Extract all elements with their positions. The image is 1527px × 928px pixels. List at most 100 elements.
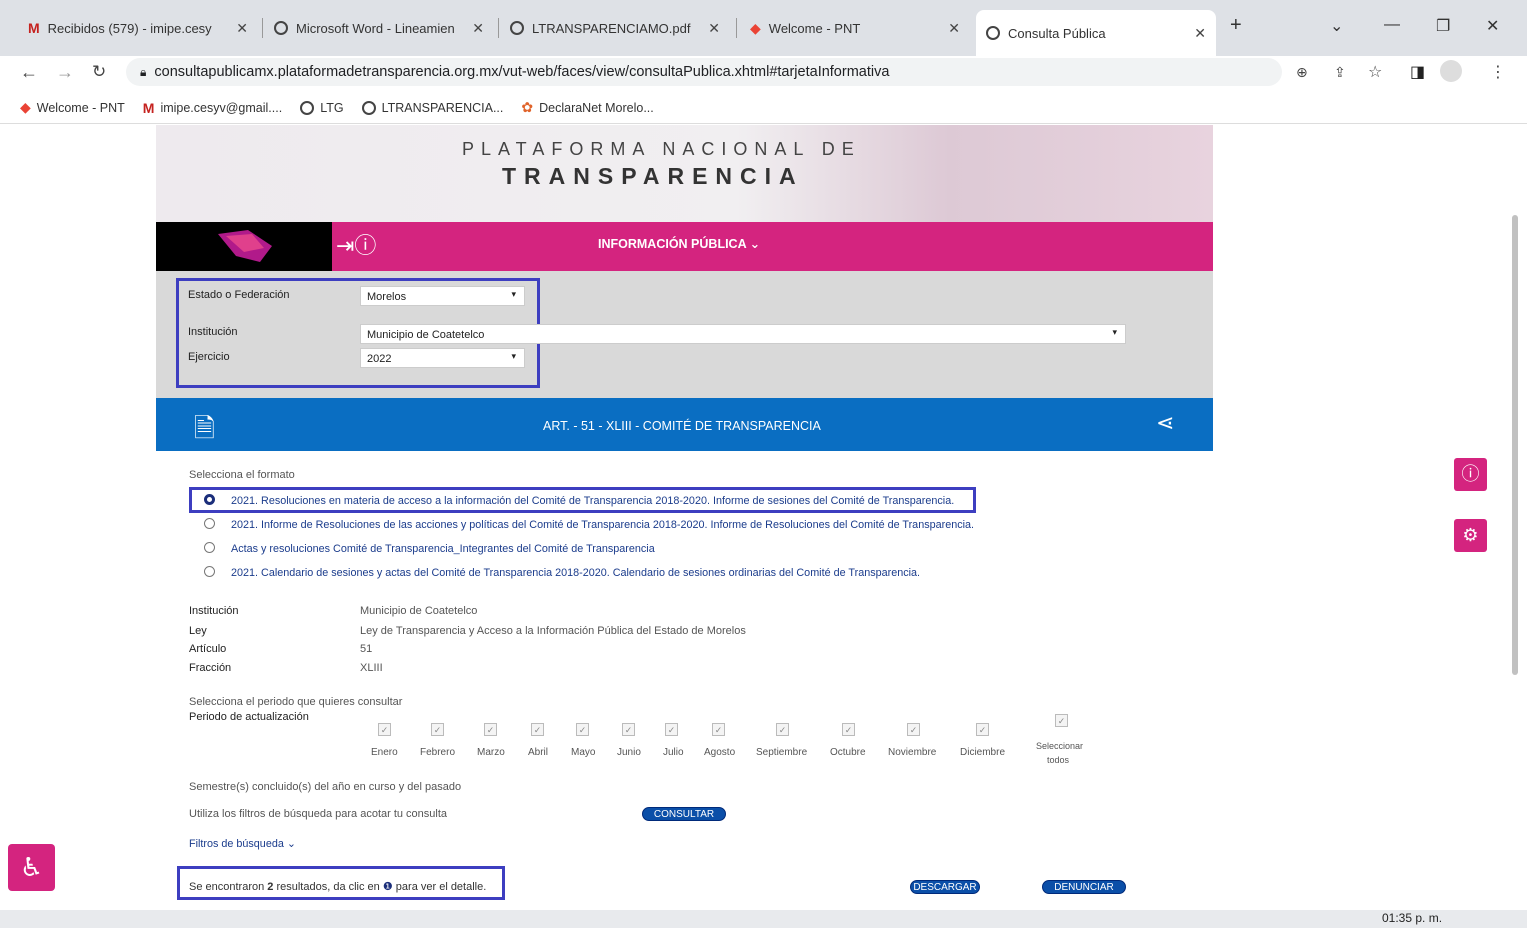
bookmark-gmail[interactable]: Mimipe.cesyv@gmail.... xyxy=(143,100,282,116)
dropdown-arrow-icon: ▾ xyxy=(511,289,516,299)
globe-icon xyxy=(300,100,315,115)
checkbox-diciembre[interactable]: ✓ xyxy=(976,723,989,736)
format-option-4[interactable]: 2021. Calendario de sesiones y actas del… xyxy=(231,567,920,579)
detail-institucion-value: Municipio de Coatetelco xyxy=(360,605,478,617)
tab-label: Microsoft Word - Lineamien xyxy=(296,20,455,36)
month-label: Julio xyxy=(663,747,684,758)
window-close-icon[interactable]: ✕ xyxy=(1486,16,1499,36)
info-login-icon[interactable]: ⇥ⓘ xyxy=(336,228,376,260)
month-label: Marzo xyxy=(477,747,505,758)
filtros-link-label: Filtros de búsqueda xyxy=(189,838,284,850)
bookmark-ltg[interactable]: LTG xyxy=(300,100,344,115)
tab-word[interactable]: Microsoft Word - Lineamien ✕ xyxy=(264,10,494,46)
detail-fraccion-label: Fracción xyxy=(189,662,232,674)
bookmarks-bar: ◆ Welcome - PNT Mimipe.cesyv@gmail.... LT… xyxy=(0,92,1527,124)
close-icon[interactable]: ✕ xyxy=(948,20,960,37)
detail-articulo-label: Artículo xyxy=(189,643,227,655)
format-option-3[interactable]: Actas y resoluciones Comité de Transpare… xyxy=(231,543,655,555)
detail-articulo-value: 51 xyxy=(360,643,373,655)
tab-consulta-publica[interactable]: Consulta Pública ✕ xyxy=(976,10,1216,56)
reload-icon[interactable]: ↻ xyxy=(92,62,106,82)
share-icon[interactable]: ⇪ xyxy=(1334,64,1346,81)
close-icon[interactable]: ✕ xyxy=(708,20,720,37)
bookmark-label: imipe.cesyv@gmail.... xyxy=(160,100,283,115)
ejercicio-value: 2022 xyxy=(367,353,392,365)
accessibility-icon[interactable]: ♿︎ xyxy=(8,844,55,891)
tab-gmail[interactable]: M Recibidos (579) - imipe.cesy ✕ xyxy=(18,10,258,46)
semestre-text: Semestre(s) concluido(s) del año en curs… xyxy=(189,781,462,793)
format-option-2[interactable]: 2021. Informe de Resoluciones de las acc… xyxy=(231,519,974,531)
checkbox-abril[interactable]: ✓ xyxy=(531,723,544,736)
descargar-button[interactable]: DESCARGAR xyxy=(910,880,980,894)
scrollbar[interactable] xyxy=(1512,215,1518,675)
tab-label: LTRANSPARENCIAMO.pdf xyxy=(532,20,691,36)
minimize-icon[interactable]: — xyxy=(1384,16,1400,34)
checkbox-seleccionar-todos[interactable]: ✓ xyxy=(1055,714,1068,727)
side-panel-icon[interactable]: ◨ xyxy=(1410,62,1425,82)
header-line-1: PLATAFORMA NACIONAL DE xyxy=(462,139,861,159)
checkbox-septiembre[interactable]: ✓ xyxy=(776,723,789,736)
estado-value: Morelos xyxy=(367,291,407,303)
close-icon[interactable]: ✕ xyxy=(472,20,484,37)
filtros-busqueda-link[interactable]: Filtros de búsqueda ⌄ xyxy=(189,837,296,850)
nav-informacion-publica[interactable]: INFORMACIÓN PÚBLICA ⌄ xyxy=(598,236,760,251)
checkbox-octubre[interactable]: ✓ xyxy=(842,723,855,736)
bookmark-welcome-pnt[interactable]: ◆ Welcome - PNT xyxy=(20,99,125,116)
bookmark-label: Welcome - PNT xyxy=(36,100,125,115)
checkbox-noviembre[interactable]: ✓ xyxy=(907,723,920,736)
pnt-logo-icon xyxy=(218,230,272,262)
checkbox-junio[interactable]: ✓ xyxy=(622,723,635,736)
month-label: Mayo xyxy=(571,747,596,758)
checkbox-enero[interactable]: ✓ xyxy=(378,723,391,736)
tab-pdf[interactable]: LTRANSPARENCIAMO.pdf ✕ xyxy=(500,10,730,46)
select-all-label-1: Seleccionar xyxy=(1036,741,1084,751)
month-label: Septiembre xyxy=(756,747,808,758)
checkbox-marzo[interactable]: ✓ xyxy=(484,723,497,736)
format-radio-4[interactable] xyxy=(204,566,215,577)
tab-label: Recibidos (579) - imipe.cesy xyxy=(47,20,212,36)
close-icon[interactable]: ✕ xyxy=(236,20,248,37)
format-radio-3[interactable] xyxy=(204,542,215,553)
periodo-label: Selecciona el periodo que quieres consul… xyxy=(189,696,403,708)
bookmark-declaranet[interactable]: ✿ DeclaraNet Morelo... xyxy=(521,99,653,116)
bookmark-ltransparencia[interactable]: LTRANSPARENCIA... xyxy=(361,100,503,115)
institucion-select[interactable]: Municipio de Coatetelco ▾ xyxy=(360,324,1126,344)
profile-avatar[interactable] xyxy=(1440,60,1462,82)
wrench-icon[interactable]: ⚙ xyxy=(1454,519,1487,552)
checkbox-febrero[interactable]: ✓ xyxy=(431,723,444,736)
tab-search-icon[interactable]: ⌄ xyxy=(1330,16,1343,36)
declaranet-icon: ✿ xyxy=(521,99,534,115)
header-line-2: TRANSPARENCIA xyxy=(502,163,804,189)
format-radio-2[interactable] xyxy=(204,518,215,529)
back-icon[interactable]: ← xyxy=(20,62,38,83)
close-icon[interactable]: ✕ xyxy=(1194,25,1206,42)
zoom-icon[interactable]: ⊕ xyxy=(1296,64,1308,81)
bookmark-star-icon[interactable]: ☆ xyxy=(1368,62,1382,82)
detail-institucion-label: Institución xyxy=(189,605,239,617)
page-header-banner: PLATAFORMA NACIONAL DE TRANSPARENCIA xyxy=(156,125,1213,222)
denunciar-button[interactable]: DENUNCIAR xyxy=(1042,880,1126,894)
info-circle-icon: ❶ xyxy=(382,881,393,893)
lock-icon: 🔒︎ xyxy=(140,64,147,79)
checkbox-mayo[interactable]: ✓ xyxy=(576,723,589,736)
share-network-icon[interactable]: ⋖ xyxy=(1156,410,1174,436)
maximize-icon[interactable]: ❐ xyxy=(1436,16,1450,36)
forward-icon[interactable]: → xyxy=(56,62,74,83)
url-text: consultapublicamx.plataformadetransparen… xyxy=(154,64,890,80)
url-bar[interactable]: 🔒︎ consultapublicamx.plataformadetranspa… xyxy=(126,58,1282,86)
tab-welcome-pnt[interactable]: ◆ Welcome - PNT ✕ xyxy=(740,10,970,46)
new-tab-icon[interactable]: + xyxy=(1230,14,1242,37)
month-label: Octubre xyxy=(830,747,866,758)
results-mid: resultados, da clic en xyxy=(273,881,383,893)
ejercicio-select[interactable]: 2022 ▾ xyxy=(360,348,525,368)
format-option-1[interactable]: 2021. Resoluciones en materia de acceso … xyxy=(231,495,954,507)
format-radio-1[interactable] xyxy=(204,494,215,505)
checkbox-agosto[interactable]: ✓ xyxy=(712,723,725,736)
checkbox-julio[interactable]: ✓ xyxy=(665,723,678,736)
menu-icon[interactable]: ⋮ xyxy=(1490,62,1506,82)
month-label: Diciembre xyxy=(960,747,1006,758)
estado-select[interactable]: Morelos ▾ xyxy=(360,286,525,306)
detail-ley-value: Ley de Transparencia y Acceso a la Infor… xyxy=(360,625,746,637)
alert-icon[interactable]: ⓘ xyxy=(1454,458,1487,491)
consultar-button[interactable]: CONSULTAR xyxy=(642,807,726,821)
